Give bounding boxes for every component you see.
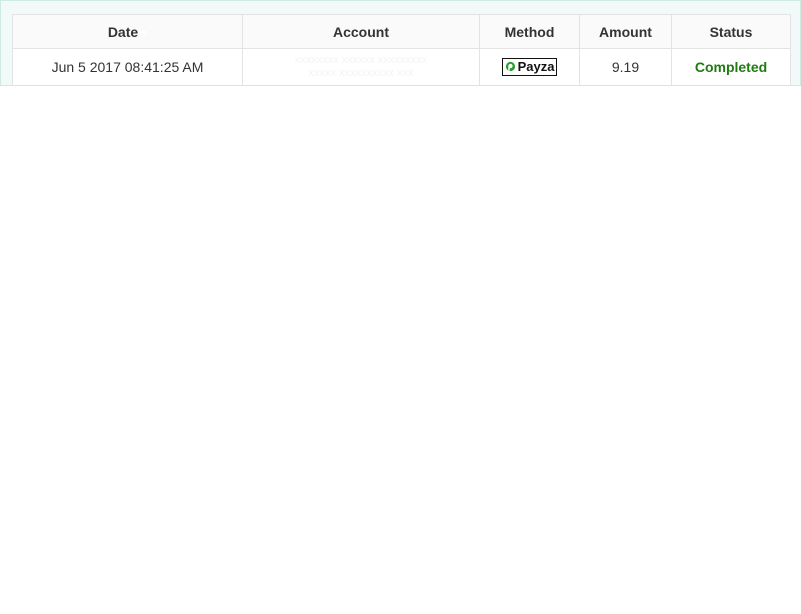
date-cell: Jun 5 2017 08:41:25 AM bbox=[12, 48, 243, 85]
method-cell: Payza bbox=[479, 48, 580, 85]
account-cell: xxxxxxxx xxxxxx xxxxxxxxx xxxxx xxxxxxxx… bbox=[242, 48, 480, 85]
payza-logo-text: Payza bbox=[517, 58, 555, 74]
account-redacted-text: xxxxxxxx xxxxxx xxxxxxxxx xxxxx xxxxxxxx… bbox=[295, 54, 428, 80]
sort-arrow-icon[interactable] bbox=[141, 30, 148, 35]
status-column-header[interactable]: Status bbox=[671, 14, 791, 49]
method-column-header[interactable]: Method bbox=[479, 14, 580, 49]
table-row: Jun 5 2017 08:41:25 AM xxxxxxxx xxxxxx x… bbox=[12, 48, 791, 85]
account-column-header[interactable]: Account bbox=[242, 14, 480, 49]
payza-logo-icon bbox=[505, 62, 515, 72]
account-line-2: xxxxx xxxxxxxxxx xxx bbox=[308, 66, 414, 79]
status-badge: Completed bbox=[694, 58, 768, 75]
payout-history-table: Date Account Method Amount Status Jun 5 … bbox=[12, 14, 791, 85]
date-column-header[interactable]: Date bbox=[12, 14, 243, 49]
date-header-label: Date bbox=[107, 23, 139, 40]
table-header-row: Date Account Method Amount Status bbox=[12, 14, 791, 49]
amount-column-header[interactable]: Amount bbox=[579, 14, 672, 49]
status-cell: Completed bbox=[671, 48, 791, 85]
amount-cell: 9.19 bbox=[579, 48, 672, 85]
payza-logo: Payza bbox=[501, 57, 558, 76]
payout-history-panel: Date Account Method Amount Status Jun 5 … bbox=[0, 0, 801, 86]
account-line-1: xxxxxxxx xxxxxx xxxxxxxxx bbox=[294, 53, 428, 66]
